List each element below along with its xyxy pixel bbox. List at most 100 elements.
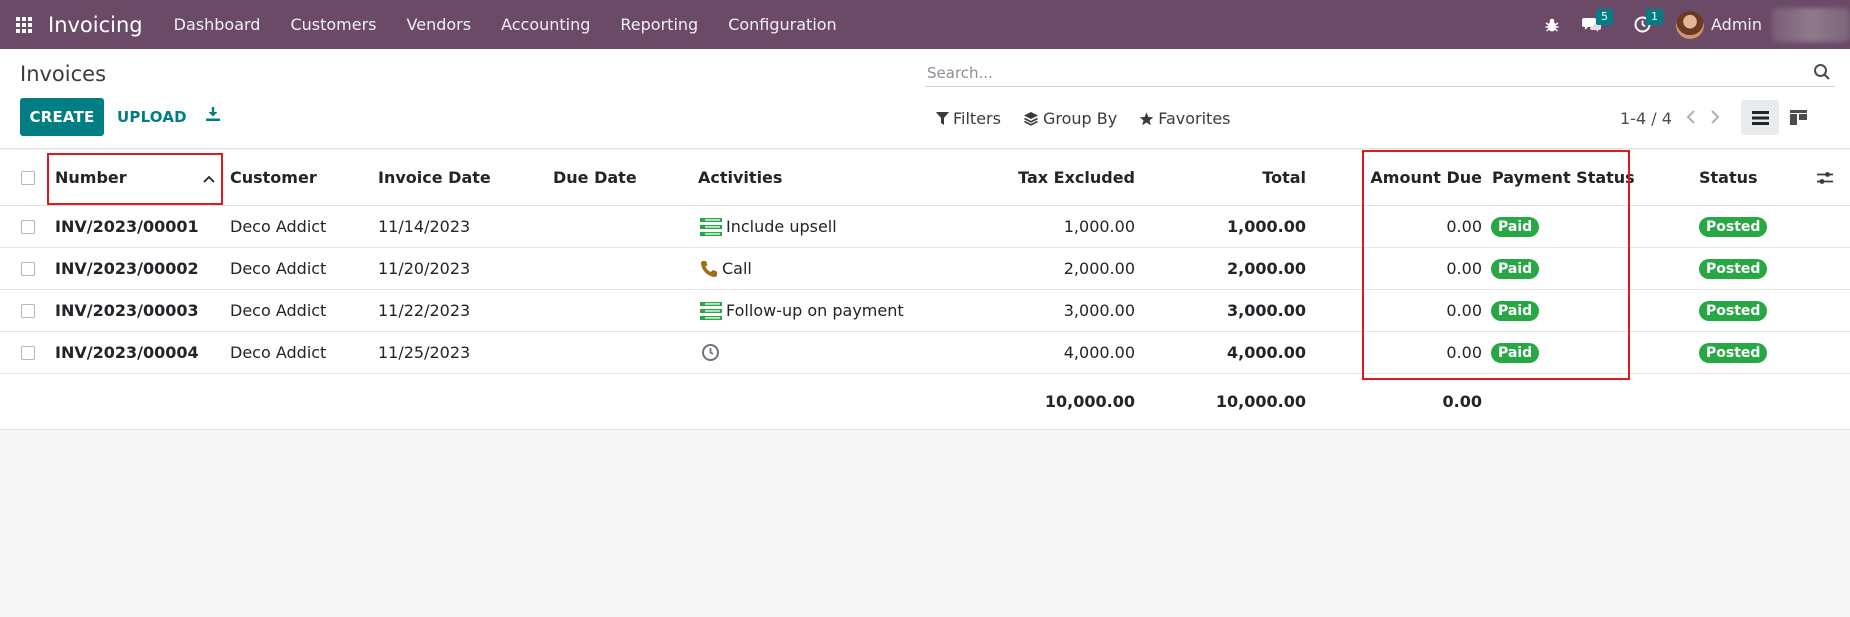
invoice-date: 11/25/2023 xyxy=(378,343,471,362)
column-number[interactable]: Number xyxy=(55,150,215,205)
invoice-date: 11/14/2023 xyxy=(378,217,471,236)
payment-status-label: Paid xyxy=(1491,258,1540,279)
invoice-date: 11/20/2023 xyxy=(378,259,471,278)
search-placeholder: Search... xyxy=(927,63,993,82)
menu-dashboard[interactable]: Dashboard xyxy=(159,0,276,49)
pager-next-icon[interactable] xyxy=(1710,109,1720,128)
tax-excluded: 4,000.00 xyxy=(1063,343,1135,362)
messages-badge: 5 xyxy=(1596,9,1613,25)
status-badge: Posted xyxy=(1699,332,1768,373)
total-tax-excluded: 10,000.00 xyxy=(1044,392,1135,411)
column-total[interactable]: Total xyxy=(1160,150,1306,205)
status-badge: Posted xyxy=(1699,248,1768,289)
group-by-label: Group By xyxy=(1042,109,1118,128)
amount-due: 0.00 xyxy=(1446,259,1482,278)
app-brand[interactable]: Invoicing xyxy=(48,13,143,37)
status-label: Posted xyxy=(1699,258,1768,279)
column-invoice-date[interactable]: Invoice Date xyxy=(378,150,491,205)
download-icon[interactable] xyxy=(202,103,224,125)
pager-previous-icon[interactable] xyxy=(1686,109,1696,128)
total-amount-due: 0.00 xyxy=(1442,392,1482,411)
pager-value[interactable]: 1-4 / 4 xyxy=(1620,109,1672,128)
clock-icon[interactable] xyxy=(701,343,720,362)
messages-icon[interactable]: 5 xyxy=(1572,0,1613,49)
invoice-number: INV/2023/00002 xyxy=(55,259,199,278)
favorites-button[interactable]: Favorites xyxy=(1139,109,1231,128)
activity-summary: Follow-up on payment xyxy=(726,301,904,320)
table-row[interactable]: INV/2023/00003 Deco Addict 11/22/2023 Fo… xyxy=(0,290,1850,332)
menu-accounting[interactable]: Accounting xyxy=(486,0,605,49)
select-all-checkbox[interactable] xyxy=(21,150,35,205)
debug-bug-icon[interactable] xyxy=(1532,0,1572,49)
customer-name: Deco Addict xyxy=(230,343,327,362)
amount-due: 0.00 xyxy=(1446,217,1482,236)
row-checkbox[interactable] xyxy=(21,332,35,373)
status-badge: Posted xyxy=(1699,290,1768,331)
table-row[interactable]: INV/2023/00001 Deco Addict 11/14/2023 In… xyxy=(0,206,1850,248)
phone-icon[interactable] xyxy=(700,260,718,278)
layers-icon xyxy=(1023,112,1038,126)
activity-cell[interactable] xyxy=(701,332,724,373)
column-number-label: Number xyxy=(55,168,127,187)
filters-button[interactable]: Filters xyxy=(936,109,1001,128)
user-avatar[interactable] xyxy=(1676,10,1704,39)
payment-status-badge: Paid xyxy=(1491,290,1540,331)
upsell-icon[interactable] xyxy=(700,301,722,320)
status-label: Posted xyxy=(1699,216,1768,237)
total: 4,000.00 xyxy=(1227,343,1306,362)
menu-configuration[interactable]: Configuration xyxy=(713,0,852,49)
payment-status-badge: Paid xyxy=(1491,332,1540,373)
activities-clock-icon[interactable]: 1 xyxy=(1622,0,1663,49)
total: 1,000.00 xyxy=(1227,217,1306,236)
customer-name: Deco Addict xyxy=(230,259,327,278)
row-checkbox[interactable] xyxy=(21,290,35,331)
favorites-label: Favorites xyxy=(1158,109,1231,128)
status-badge: Posted xyxy=(1699,206,1768,247)
filter-icon xyxy=(936,111,949,125)
menu-reporting[interactable]: Reporting xyxy=(605,0,713,49)
column-tax-excluded[interactable]: Tax Excluded xyxy=(990,150,1135,205)
activity-cell[interactable]: Follow-up on payment xyxy=(700,290,904,331)
customer-name: Deco Addict xyxy=(230,301,327,320)
column-customer[interactable]: Customer xyxy=(230,150,317,205)
column-activities[interactable]: Activities xyxy=(698,150,782,205)
search-icon[interactable] xyxy=(1813,63,1831,85)
column-status[interactable]: Status xyxy=(1699,150,1758,205)
menu-vendors[interactable]: Vendors xyxy=(392,0,487,49)
table-header: Number Customer Invoice Date Due Date Ac… xyxy=(0,150,1850,206)
invoice-number: INV/2023/00001 xyxy=(55,217,199,236)
amount-due: 0.00 xyxy=(1446,343,1482,362)
table-row[interactable]: INV/2023/00002 Deco Addict 11/20/2023 Ca… xyxy=(0,248,1850,290)
star-icon xyxy=(1139,112,1154,125)
group-by-button[interactable]: Group By xyxy=(1023,109,1117,128)
column-due-date[interactable]: Due Date xyxy=(553,150,637,205)
upsell-icon[interactable] xyxy=(700,217,722,236)
activity-summary: Include upsell xyxy=(726,217,837,236)
column-amount-due[interactable]: Amount Due xyxy=(1340,150,1482,205)
activity-summary: Call xyxy=(722,259,752,278)
invoice-number: INV/2023/00003 xyxy=(55,301,199,320)
row-checkbox[interactable] xyxy=(21,206,35,247)
search-options: Filters Group By Favorites xyxy=(936,109,1231,128)
apps-menu-icon[interactable] xyxy=(0,0,48,49)
page-title: Invoices xyxy=(20,62,107,86)
kanban-view-icon[interactable] xyxy=(1779,100,1817,135)
column-payment-status[interactable]: Payment Status xyxy=(1492,150,1635,205)
activity-cell[interactable]: Call xyxy=(700,248,752,289)
payment-status-label: Paid xyxy=(1491,342,1540,363)
create-button[interactable]: CREATE xyxy=(20,98,104,136)
top-navbar: Invoicing Dashboard Customers Vendors Ac… xyxy=(0,0,1850,49)
upload-button[interactable]: UPLOAD xyxy=(117,98,187,136)
view-switcher xyxy=(1741,100,1817,135)
list-view-icon[interactable] xyxy=(1741,100,1779,135)
menu-customers[interactable]: Customers xyxy=(275,0,391,49)
tax-excluded: 3,000.00 xyxy=(1063,301,1135,320)
table-row[interactable]: INV/2023/00004 Deco Addict 11/25/2023 4,… xyxy=(0,332,1850,374)
sort-ascending-icon xyxy=(203,168,215,187)
row-checkbox[interactable] xyxy=(21,248,35,289)
search-input[interactable]: Search... xyxy=(925,59,1835,87)
optional-columns-toggle-icon[interactable] xyxy=(1816,150,1834,205)
amount-due: 0.00 xyxy=(1446,301,1482,320)
user-name[interactable]: Admin xyxy=(1711,15,1762,34)
activity-cell[interactable]: Include upsell xyxy=(700,206,837,247)
